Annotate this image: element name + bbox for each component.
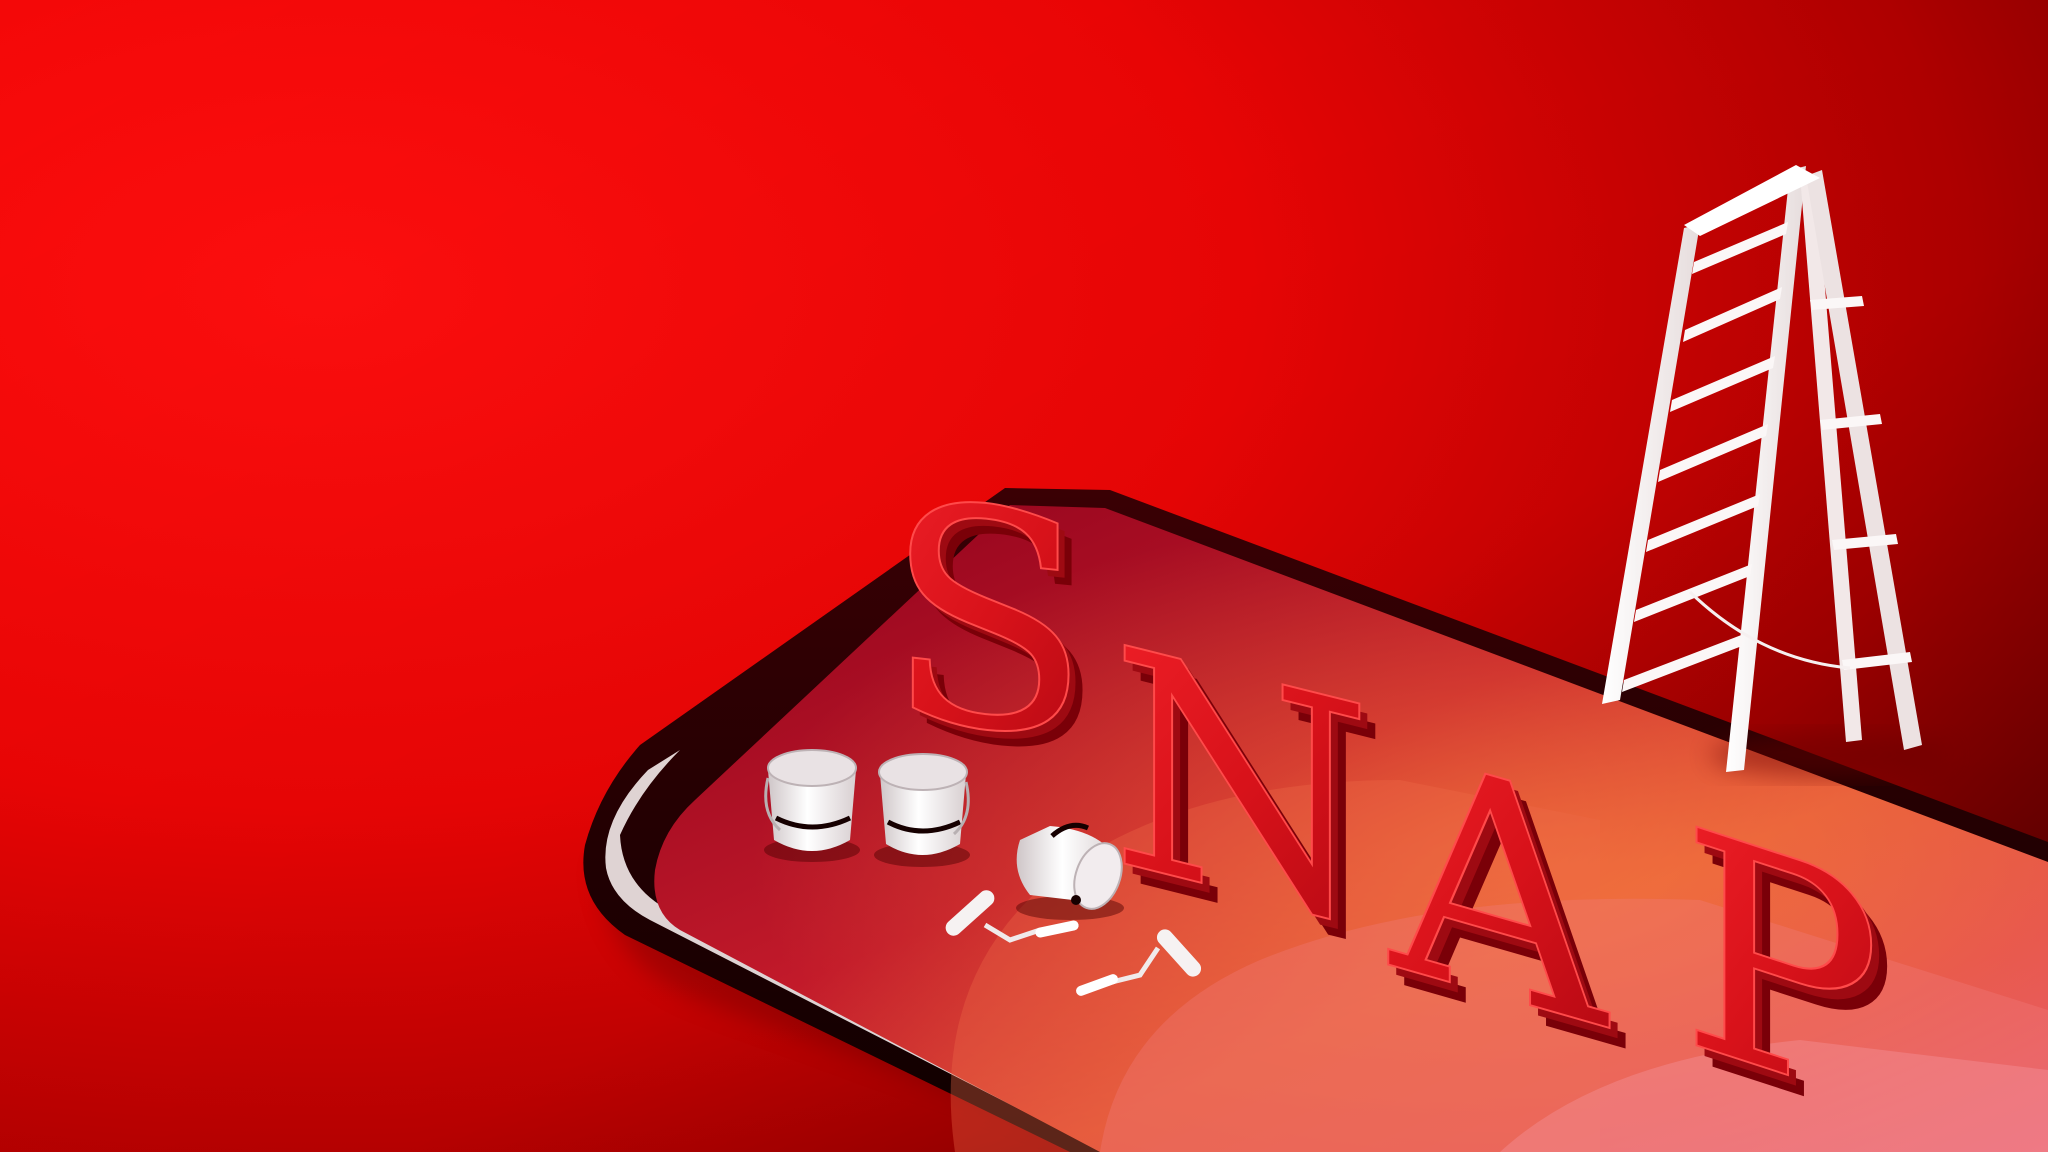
letter-s: S S S bbox=[884, 436, 1105, 823]
letter-n-face: N bbox=[1110, 581, 1372, 996]
illustration-scene: S S S N N N A A A P P P bbox=[0, 0, 2048, 1152]
illustration-canvas: S S S N N N A A A P P P bbox=[0, 0, 2048, 1152]
bucket-rim bbox=[767, 749, 857, 787]
bucket-hinge bbox=[1071, 895, 1081, 905]
paint-bucket bbox=[764, 749, 860, 862]
letter-a-face: A bbox=[1385, 686, 1610, 1099]
letter-p-face: P bbox=[1680, 761, 1882, 1152]
letter-n: N N N bbox=[1109, 580, 1388, 1016]
letter-a: A A A bbox=[1384, 685, 1626, 1120]
letter-s-face: S bbox=[885, 437, 1091, 808]
